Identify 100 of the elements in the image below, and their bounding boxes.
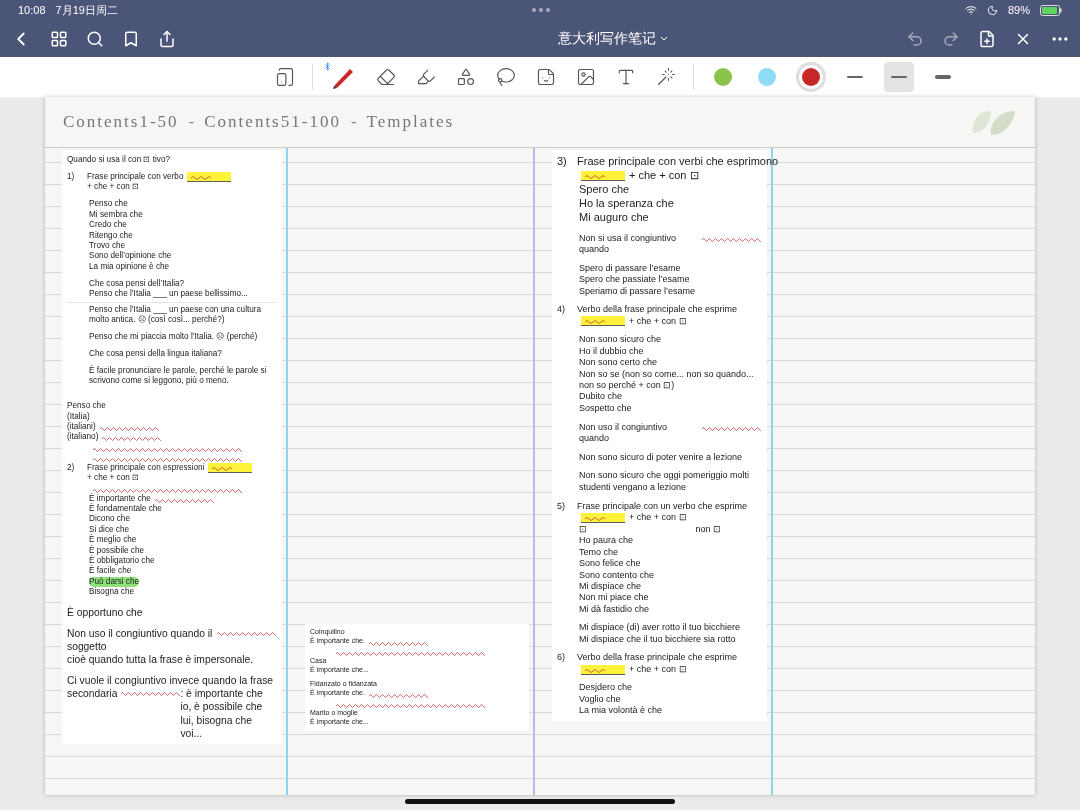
note-text: Mi sembra che bbox=[89, 209, 143, 220]
note-text: Verbo della frase principale che esprime bbox=[577, 304, 738, 316]
note-text: + che + con ⊡ bbox=[87, 473, 140, 484]
chevron-down-icon bbox=[660, 35, 668, 42]
note-text: + che + con ⊡ bbox=[629, 663, 687, 676]
note-text: La mia opinione è che bbox=[89, 261, 170, 273]
note-text: Frase principale con espressioni bbox=[87, 462, 205, 473]
note-text: Frase principale con verbi che esprimono bbox=[577, 155, 779, 169]
header-link[interactable]: Contents51-100 bbox=[204, 112, 341, 132]
note-text: Che cosa pensi della lingua italiana? bbox=[89, 348, 222, 360]
note-text: + che + con ⊡ bbox=[629, 315, 687, 328]
lasso-icon bbox=[496, 67, 516, 87]
header-link[interactable]: Contents1-50 bbox=[63, 112, 179, 132]
note-text: Mi dà fastidio che bbox=[579, 603, 650, 616]
note-text: Voglio che bbox=[579, 693, 621, 706]
wifi-icon bbox=[964, 4, 977, 16]
note-text: È possibile che bbox=[89, 545, 145, 555]
note-text: Non sono sicuro di poter venire a lezione bbox=[579, 451, 743, 463]
shapes-icon bbox=[456, 67, 476, 87]
note-text: Non so se (non so come... non so quando... non so perché + con ⊡) bbox=[579, 368, 755, 392]
header-separator: - bbox=[350, 112, 357, 132]
text-box-icon bbox=[616, 67, 636, 87]
note-text: Sospetto che bbox=[579, 402, 632, 415]
list-number: 3) bbox=[557, 155, 568, 169]
note-text: Ritengo che bbox=[89, 230, 133, 241]
note-text: Verbo della frase principale che esprime bbox=[577, 652, 738, 664]
color-swatch[interactable] bbox=[714, 68, 732, 86]
note-text: È importante che bbox=[89, 493, 151, 503]
note-text: Spero di passare l’esame bbox=[579, 262, 681, 275]
note-text: secondaria bbox=[67, 687, 118, 701]
note-text: non ⊡ bbox=[695, 523, 721, 536]
battery-percentage: 89% bbox=[1007, 4, 1030, 16]
note-text: È opportuno che bbox=[67, 605, 143, 619]
wand-icon bbox=[656, 67, 676, 87]
note-text: Quando si usa il con ⊡ tivo? bbox=[67, 155, 171, 166]
note-text: Ho la speranza che bbox=[579, 196, 674, 211]
note-text: Penso che bbox=[89, 199, 128, 210]
note-text: È obbligatorio che bbox=[89, 556, 155, 565]
eraser-icon bbox=[376, 67, 396, 87]
note-text: Penso che l’Italia ___ un paese bellissimo... bbox=[89, 289, 248, 300]
note-text: Trovo che bbox=[89, 240, 126, 251]
note-text: Si dice che bbox=[89, 524, 130, 534]
note-text: Credo che bbox=[89, 220, 127, 231]
note-text: + che + con ⊡ bbox=[87, 182, 140, 193]
note-text: (italiano) bbox=[67, 432, 99, 443]
header-separator: - bbox=[188, 112, 195, 132]
note-text: È fondamentale che bbox=[89, 504, 162, 514]
note-text: Penso che bbox=[67, 401, 106, 412]
note-text: ⊡ bbox=[579, 523, 587, 536]
note-text: Mi dispiace che il tuo bicchiere sia rotto bbox=[579, 633, 736, 646]
list-number: 5) bbox=[557, 501, 566, 513]
note-text: È facile pronunciare le parole, perché le parole si scrivono come si leggono, più o meno. bbox=[89, 365, 268, 387]
highlighter-icon bbox=[416, 67, 436, 87]
note-text: Non uso il congiuntivo quando bbox=[579, 421, 669, 445]
note-text: Mi auguro che bbox=[579, 210, 649, 225]
note-text: Frase principale con verbo bbox=[87, 171, 184, 182]
note-text: Dubito che bbox=[579, 391, 623, 403]
note-text: cioè quando tutta la frase è impersonale. bbox=[67, 653, 254, 667]
status-time: 10:08 bbox=[18, 4, 46, 16]
sticker-icon bbox=[536, 67, 556, 87]
note-text: Che cosa pensi dell’Italia? bbox=[89, 278, 185, 289]
note-text: Ho il dubbio che bbox=[579, 345, 644, 358]
status-date: 7月19日周二 bbox=[55, 2, 118, 18]
list-number: 2) bbox=[67, 462, 76, 474]
note-text: Spero che bbox=[579, 182, 630, 197]
stroke-width-button[interactable] bbox=[884, 62, 914, 92]
note-text: Non sono certo che bbox=[579, 357, 658, 369]
highlighted-text: Può darsi che bbox=[89, 576, 140, 588]
note-text: È facile che bbox=[89, 566, 132, 577]
header-link[interactable]: Templates bbox=[366, 112, 455, 132]
note-text: (italiani) bbox=[67, 421, 96, 432]
note-text: Desjdero che bbox=[579, 682, 633, 694]
notebook-title[interactable]: 意大利写作笔记 bbox=[192, 28, 890, 49]
page-icon bbox=[275, 67, 295, 87]
bluetooth-icon bbox=[323, 62, 332, 71]
image-icon bbox=[576, 67, 596, 87]
note-text: Mi dispiace che bbox=[579, 580, 642, 593]
note-text: (Italia) bbox=[67, 411, 90, 422]
color-swatch[interactable] bbox=[758, 68, 776, 86]
note-text: Penso che l’Italia ___ un paese con una cultura molto antica. ☹ (così così... perché?) bbox=[89, 304, 263, 326]
multitasking-dots-icon[interactable] bbox=[532, 8, 551, 12]
note-text: + che + con ⊡ bbox=[629, 168, 699, 183]
note-text: Dicono che bbox=[89, 514, 130, 525]
moon-icon bbox=[986, 4, 998, 16]
note-text: Non mi piace che bbox=[579, 592, 649, 604]
battery-icon bbox=[1040, 4, 1062, 16]
note-text: Ho paura che bbox=[579, 535, 634, 547]
note-text: + che + con ⊡ bbox=[629, 512, 687, 524]
note-text: Non sono sicuro che oggi pomeriggio molti studenti vengano a lezione bbox=[579, 470, 751, 493]
list-number: 6) bbox=[557, 652, 566, 665]
list-number: 4) bbox=[557, 304, 566, 317]
note-text: Mi dispiace (di) aver rotto il tuo bicchiere bbox=[579, 622, 741, 634]
note-text: Spero che passiate l’esame bbox=[579, 274, 690, 286]
note-text: Temo che bbox=[579, 546, 619, 559]
note-text: Sono dell’opinione che bbox=[89, 251, 172, 262]
note-text: Speriamo di passare l’esame bbox=[579, 285, 696, 298]
note-text: Sono contento che bbox=[579, 569, 655, 581]
note-text: Non si usa il congiuntivo quando bbox=[579, 232, 678, 256]
note-text: La mia volontà è che bbox=[579, 705, 663, 717]
list-number: 1) bbox=[67, 171, 76, 183]
